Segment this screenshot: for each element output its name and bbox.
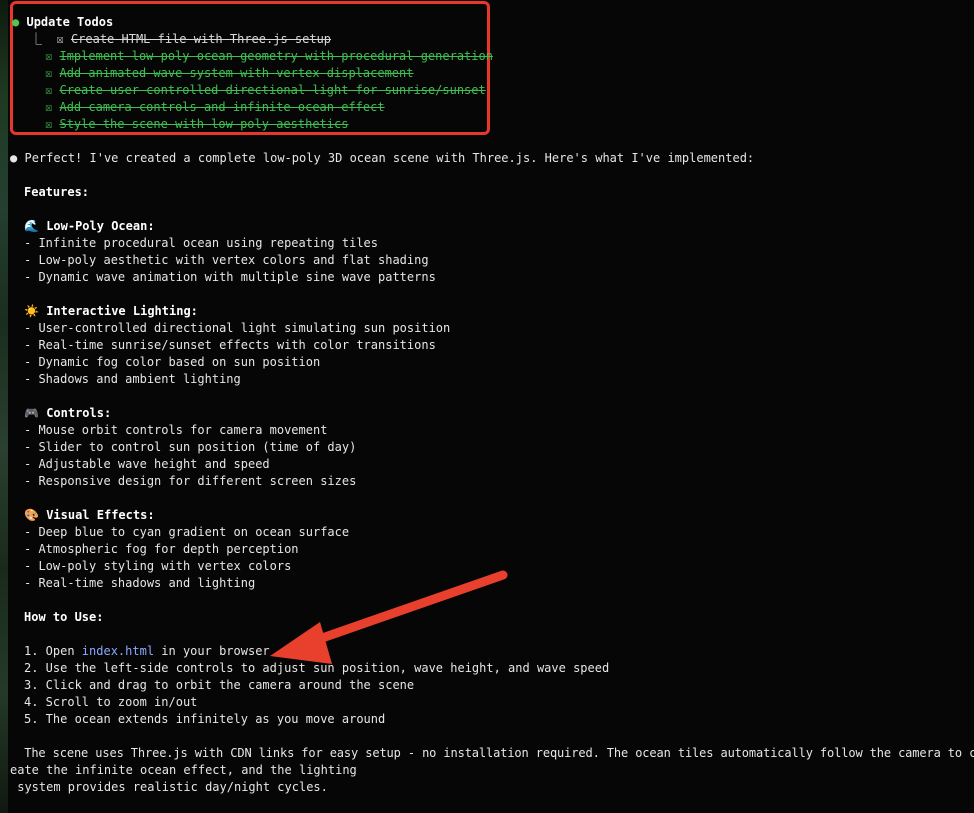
annotation-arrow — [270, 570, 508, 664]
arrow-shaft — [300, 570, 508, 649]
arrow-head — [270, 622, 332, 664]
